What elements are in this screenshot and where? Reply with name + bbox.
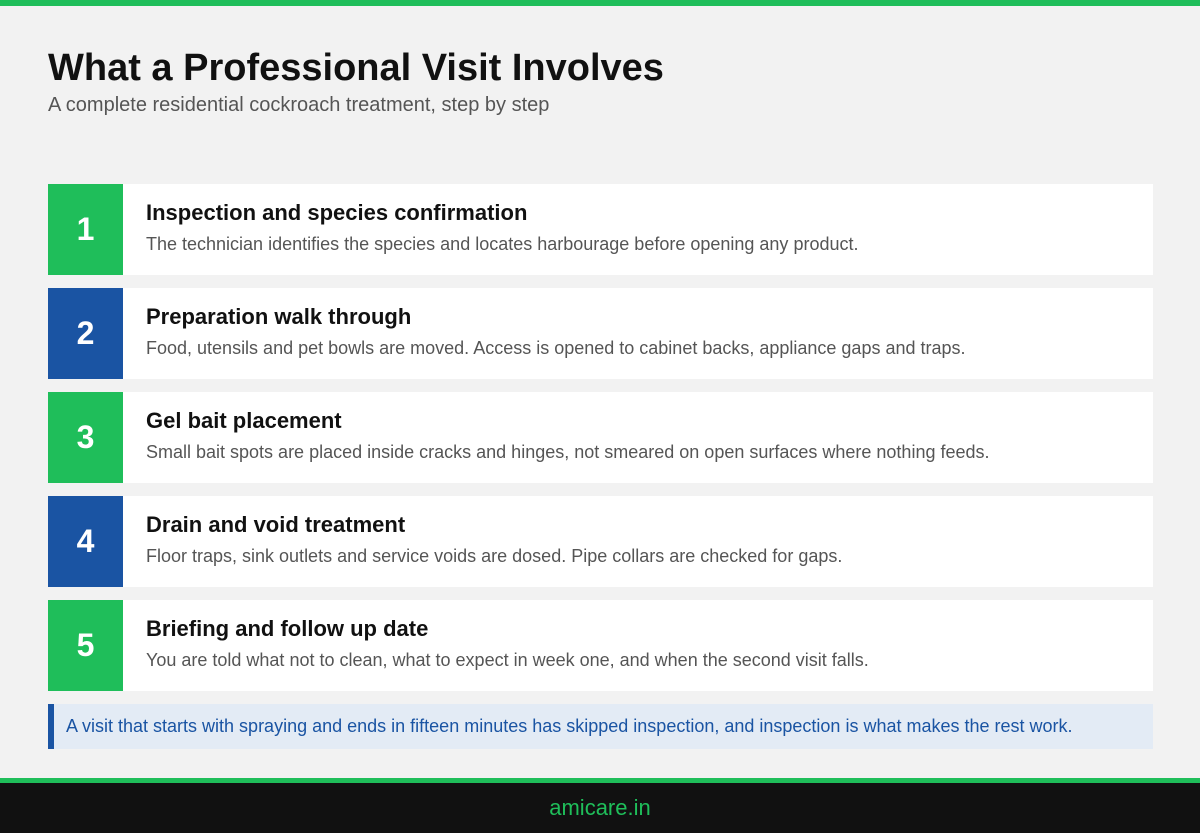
step-title: Gel bait placement: [146, 408, 342, 433]
step-body: Preparation walk through Food, utensils …: [123, 288, 966, 379]
page-subtitle: A complete residential cockroach treatme…: [48, 94, 550, 116]
step-number-badge: 1: [48, 184, 123, 275]
top-accent-bar: [0, 0, 1200, 6]
step-body: Inspection and species confirmation The …: [123, 184, 858, 275]
step-description: Floor traps, sink outlets and service vo…: [146, 546, 843, 566]
step-body: Drain and void treatment Floor traps, si…: [123, 496, 842, 587]
step-description: Food, utensils and pet bowls are moved. …: [146, 338, 966, 358]
step-card-1: 1 Inspection and species confirmation Th…: [48, 184, 1153, 275]
step-card-2: 2 Preparation walk through Food, utensil…: [48, 288, 1153, 379]
callout-note: A visit that starts with spraying and en…: [48, 704, 1153, 749]
step-card-3: 3 Gel bait placement Small bait spots ar…: [48, 392, 1153, 483]
callout-text: A visit that starts with spraying and en…: [66, 716, 1073, 736]
step-title: Drain and void treatment: [146, 512, 406, 537]
page-title: What a Professional Visit Involves: [48, 47, 664, 89]
step-body: Briefing and follow up date You are told…: [123, 600, 869, 691]
footer: amicare.in: [0, 783, 1200, 833]
step-card-4: 4 Drain and void treatment Floor traps, …: [48, 496, 1153, 587]
step-title: Briefing and follow up date: [146, 616, 429, 641]
step-card-5: 5 Briefing and follow up date You are to…: [48, 600, 1153, 691]
step-number-badge: 5: [48, 600, 123, 691]
footer-brand-link[interactable]: amicare.in: [549, 795, 650, 821]
step-description: You are told what not to clean, what to …: [146, 650, 869, 670]
step-description: The technician identifies the species an…: [146, 234, 859, 254]
step-title: Inspection and species confirmation: [146, 200, 528, 225]
step-number-badge: 2: [48, 288, 123, 379]
steps-list: 1 Inspection and species confirmation Th…: [48, 184, 1153, 704]
step-description: Small bait spots are placed inside crack…: [146, 442, 990, 462]
step-title: Preparation walk through: [146, 304, 412, 329]
step-body: Gel bait placement Small bait spots are …: [123, 392, 990, 483]
step-number-badge: 3: [48, 392, 123, 483]
step-number-badge: 4: [48, 496, 123, 587]
